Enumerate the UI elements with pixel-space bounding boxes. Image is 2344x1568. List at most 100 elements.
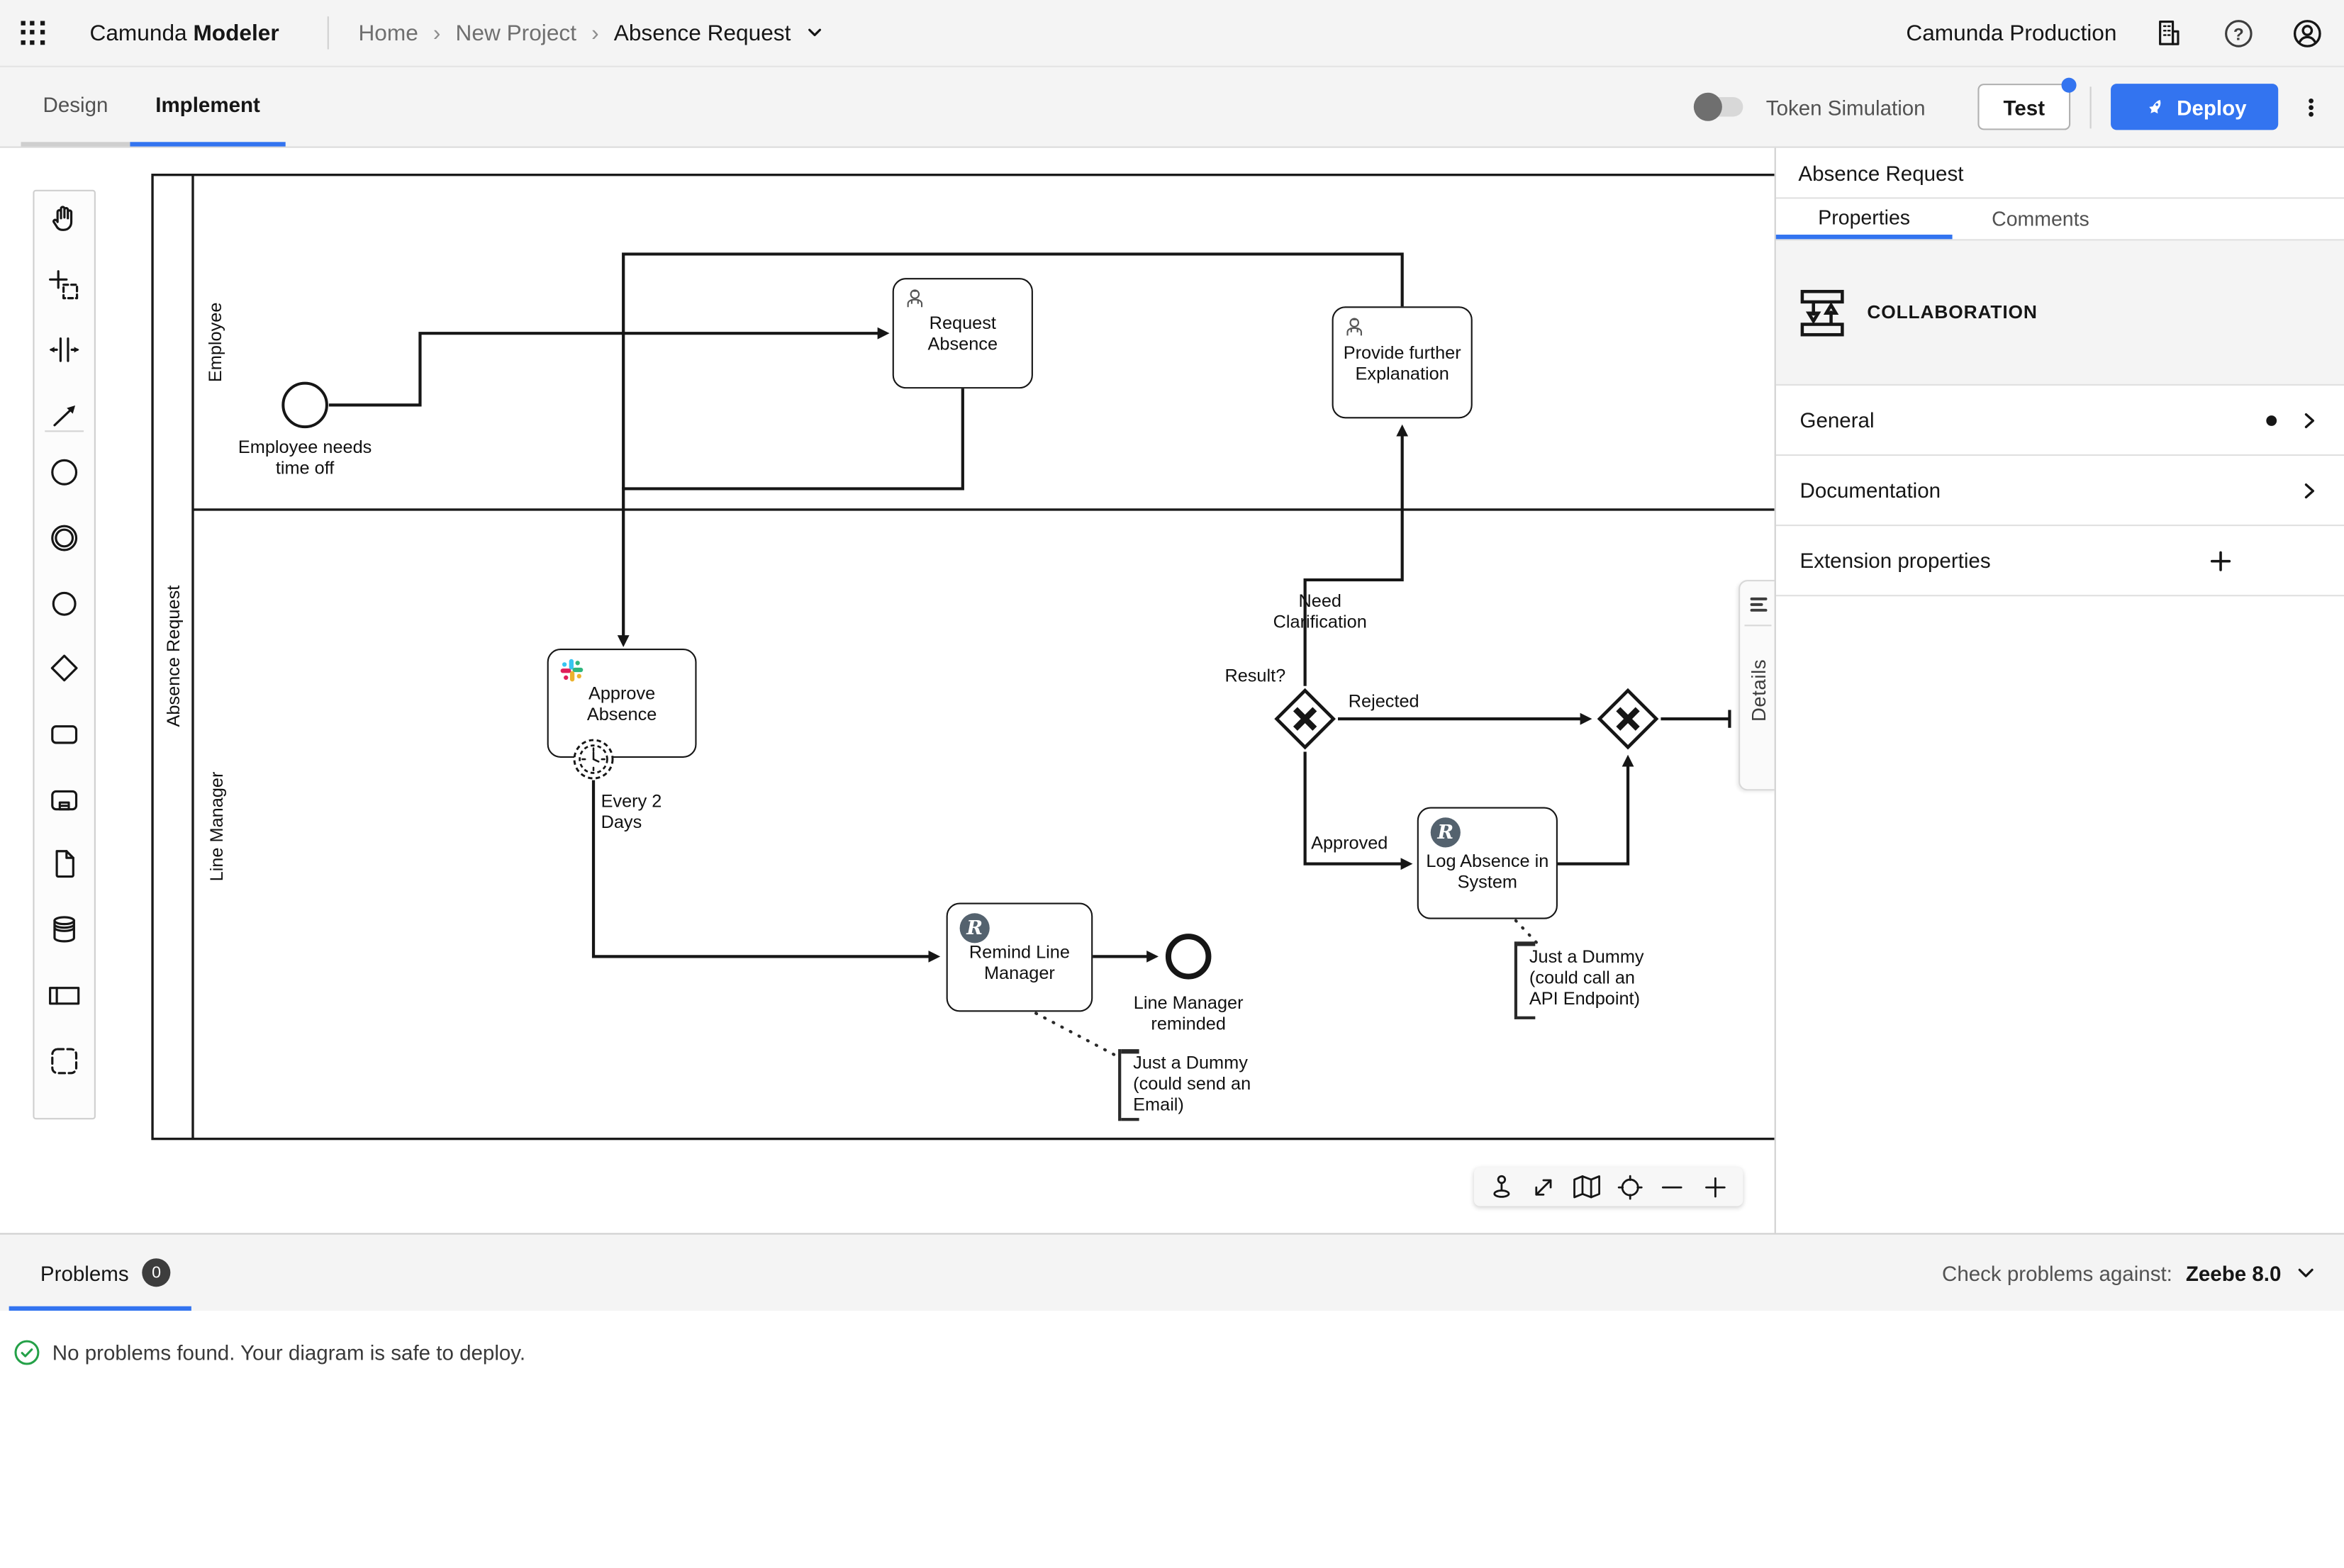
user-avatar-icon[interactable] bbox=[2290, 16, 2323, 49]
properties-group-extension-properties[interactable]: Extension properties bbox=[1776, 526, 2344, 596]
zoom-reset-icon[interactable] bbox=[1614, 1170, 1646, 1203]
properties-group-documentation[interactable]: Documentation bbox=[1776, 456, 2344, 526]
status-message-text: No problems found. Your diagram is safe … bbox=[52, 1340, 525, 1365]
chevron-right-icon bbox=[2298, 409, 2321, 432]
deploy-button-label: Deploy bbox=[2177, 95, 2246, 119]
gateway-result[interactable] bbox=[1272, 686, 1338, 752]
fullscreen-icon[interactable] bbox=[1528, 1170, 1561, 1203]
end-event-entry-icon[interactable] bbox=[46, 586, 82, 622]
task-log-absence[interactable]: R Log Absence in System bbox=[1417, 807, 1558, 919]
text-annotation-api[interactable]: Just a Dummy (could call an API Endpoint… bbox=[1529, 946, 1646, 1009]
pool-label[interactable]: Absence Request bbox=[163, 574, 184, 739]
properties-panel: Absence Request Properties Comments COLL… bbox=[1775, 148, 2344, 1236]
flow-label-approved[interactable]: Approved bbox=[1311, 832, 1389, 853]
end-event-reminded[interactable] bbox=[1164, 933, 1212, 980]
annotation-bracket bbox=[1118, 1049, 1121, 1121]
top-bar: Camunda Modeler Home › New Project › Abs… bbox=[0, 0, 2344, 67]
main-area: Absence Request Employee Line Manager Em… bbox=[0, 148, 2344, 1236]
divider bbox=[2090, 86, 2092, 128]
mode-toolbar: Design Implement Token Simulation Test D… bbox=[0, 67, 2344, 148]
group-label: General bbox=[1800, 408, 1875, 432]
slack-icon bbox=[559, 658, 585, 683]
rest-connector-icon: R bbox=[960, 913, 990, 943]
data-store-entry-icon[interactable] bbox=[46, 912, 82, 948]
subprocess-entry-icon[interactable] bbox=[46, 782, 82, 818]
details-panel-tab[interactable]: Details bbox=[1739, 580, 1775, 790]
task-label: Request Absence bbox=[900, 313, 1025, 354]
group-entry-icon[interactable] bbox=[46, 1043, 82, 1080]
task-entry-icon[interactable] bbox=[46, 716, 82, 752]
canvas-controls bbox=[1474, 1167, 1743, 1206]
engine-version-selector[interactable]: Check problems against: Zeebe 8.0 bbox=[1942, 1235, 2317, 1311]
data-object-entry-icon[interactable] bbox=[46, 846, 82, 882]
text-annotation-email[interactable]: Just a Dummy (could send an Email) bbox=[1133, 1052, 1253, 1115]
brand-logo: Camunda Modeler bbox=[90, 20, 279, 45]
breadcrumb-current[interactable]: Absence Request bbox=[614, 20, 791, 45]
element-palette bbox=[33, 190, 96, 1119]
boundary-timer-event[interactable] bbox=[573, 739, 615, 780]
user-task-icon bbox=[903, 287, 927, 311]
add-icon[interactable] bbox=[2208, 548, 2233, 573]
task-approve-absence[interactable]: Approve Absence bbox=[547, 649, 697, 758]
gateway-result-label[interactable]: Result? bbox=[1205, 665, 1285, 686]
notification-dot bbox=[2061, 78, 2076, 93]
task-label: Remind Line Manager bbox=[954, 941, 1086, 982]
problems-tab-bar: Problems 0 Check problems against: Zeebe… bbox=[0, 1233, 2344, 1311]
tab-properties[interactable]: Properties bbox=[1776, 198, 1953, 239]
tab-implement[interactable]: Implement bbox=[130, 67, 285, 147]
help-icon[interactable]: ? bbox=[2221, 16, 2254, 49]
group-label: Extension properties bbox=[1800, 549, 1991, 573]
annotation-bracket bbox=[1514, 941, 1517, 1019]
token-simulation-toggle[interactable] bbox=[1697, 97, 1743, 116]
participant-entry-icon[interactable] bbox=[46, 978, 82, 1014]
intermediate-event-entry-icon[interactable] bbox=[46, 520, 82, 556]
tab-problems[interactable]: Problems 0 bbox=[40, 1235, 171, 1311]
reset-viewport-icon[interactable] bbox=[1485, 1170, 1517, 1203]
chevron-right-icon bbox=[2298, 479, 2321, 502]
engine-version-value: Zeebe 8.0 bbox=[2186, 1260, 2282, 1284]
properties-panel-title: Absence Request bbox=[1776, 148, 2344, 199]
start-event[interactable] bbox=[281, 381, 328, 429]
test-button[interactable]: Test bbox=[1977, 84, 2070, 130]
check-problems-label: Check problems against: bbox=[1942, 1260, 2172, 1284]
properties-group-general[interactable]: General bbox=[1776, 386, 2344, 456]
task-label: Log Absence in System bbox=[1424, 850, 1550, 892]
gateway-entry-icon[interactable] bbox=[46, 650, 82, 686]
start-event-label[interactable]: Employee needs time off bbox=[230, 437, 380, 478]
task-request-absence[interactable]: Request Absence bbox=[893, 278, 1033, 388]
lasso-tool-icon[interactable] bbox=[46, 267, 82, 303]
tab-comments[interactable]: Comments bbox=[1953, 198, 2129, 239]
bpmn-canvas[interactable]: Absence Request Employee Line Manager Em… bbox=[0, 148, 1775, 1236]
space-tool-icon[interactable] bbox=[46, 332, 82, 368]
global-connect-tool-icon[interactable] bbox=[46, 398, 82, 434]
breadcrumb-home[interactable]: Home bbox=[358, 20, 418, 45]
flow-label-rejected[interactable]: Rejected bbox=[1349, 690, 1423, 712]
breadcrumb-project[interactable]: New Project bbox=[456, 20, 576, 45]
hand-tool-icon[interactable] bbox=[46, 201, 82, 237]
modified-dot bbox=[2266, 415, 2277, 425]
svg-text:?: ? bbox=[2233, 24, 2243, 43]
success-check-icon bbox=[13, 1339, 40, 1366]
breadcrumb-separator: › bbox=[433, 20, 441, 45]
gateway-merge[interactable] bbox=[1595, 686, 1661, 752]
chevron-down-icon bbox=[2294, 1261, 2317, 1284]
lane-label-line-manager[interactable]: Line Manager bbox=[206, 767, 228, 887]
deploy-button[interactable]: Deploy bbox=[2111, 84, 2278, 130]
chevron-down-icon[interactable] bbox=[805, 24, 823, 42]
overflow-menu-icon[interactable] bbox=[2298, 86, 2325, 128]
lane-label-employee[interactable]: Employee bbox=[205, 282, 226, 402]
task-provide-explanation[interactable]: Provide further Explanation bbox=[1332, 306, 1473, 418]
flow-label-need-clarification[interactable]: Need Clarification bbox=[1260, 590, 1380, 632]
zoom-in-icon[interactable] bbox=[1699, 1170, 1731, 1203]
breadcrumb: Home › New Project › Absence Request bbox=[358, 20, 823, 45]
organization-icon[interactable] bbox=[2153, 16, 2185, 49]
app-launcher-icon[interactable] bbox=[21, 21, 45, 45]
minimap-icon[interactable] bbox=[1570, 1170, 1603, 1203]
timer-label[interactable]: Every 2 Days bbox=[601, 790, 706, 832]
tab-design[interactable]: Design bbox=[21, 67, 130, 147]
zoom-out-icon[interactable] bbox=[1656, 1170, 1689, 1203]
start-event-entry-icon[interactable] bbox=[46, 454, 82, 491]
end-event-label[interactable]: Line Manager reminded bbox=[1126, 992, 1251, 1034]
task-remind-line-manager[interactable]: R Remind Line Manager bbox=[947, 902, 1093, 1012]
user-task-icon bbox=[1342, 315, 1366, 340]
